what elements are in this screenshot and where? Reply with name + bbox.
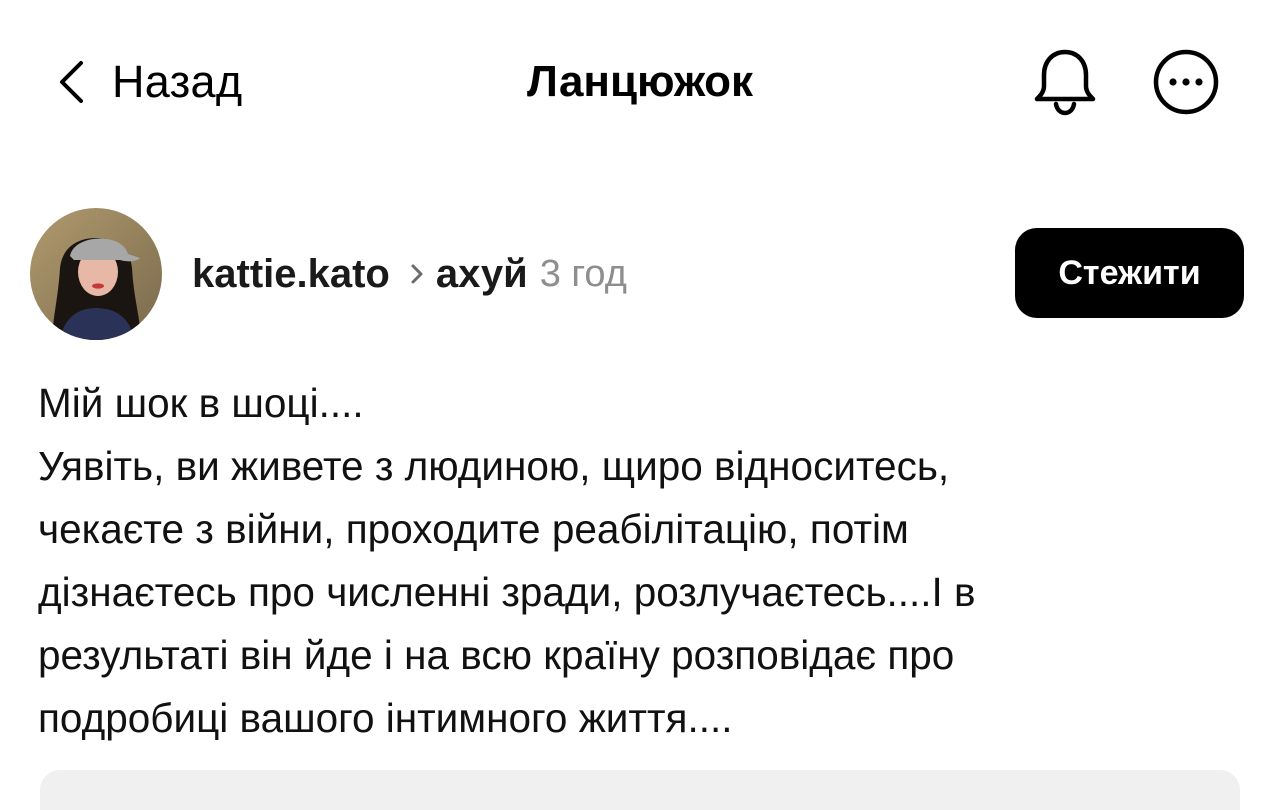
topic-link[interactable]: ахуй (436, 252, 528, 297)
back-button[interactable]: Назад (58, 54, 242, 110)
follow-button[interactable]: Стежити (1015, 228, 1244, 318)
bell-icon[interactable] (1030, 46, 1100, 116)
username-link[interactable]: kattie.kato (192, 252, 390, 297)
post-text: Мій шок в шоці.... Уявіть, ви живете з л… (38, 372, 1248, 750)
chevron-right-icon (410, 263, 424, 285)
more-options-button[interactable] (1151, 47, 1221, 117)
post-author-line: kattie.kato ахуй 3 год (192, 246, 627, 302)
post-text-line: Мій шок в шоці.... (38, 380, 364, 426)
post-text-line: подробиці вашого інтимного життя.... (38, 695, 733, 741)
next-card-edge (40, 770, 1240, 810)
post-text-line: чекаєте з війни, проходите реабілітацію,… (38, 506, 909, 552)
post-text-line: дізнаєтесь про численні зради, розлучаєт… (38, 569, 976, 615)
post-timestamp: 3 год (539, 252, 627, 295)
avatar[interactable] (30, 208, 162, 340)
more-icon (1151, 49, 1221, 121)
back-label: Назад (112, 56, 243, 107)
post-text-line: результаті він йде і на всю країну розпо… (38, 632, 955, 678)
post-text-line: Уявіть, ви живете з людиною, щиро віднос… (38, 443, 950, 489)
chevron-left-icon (58, 60, 84, 104)
top-nav-bar: Назад Ланцюжок (0, 0, 1280, 160)
